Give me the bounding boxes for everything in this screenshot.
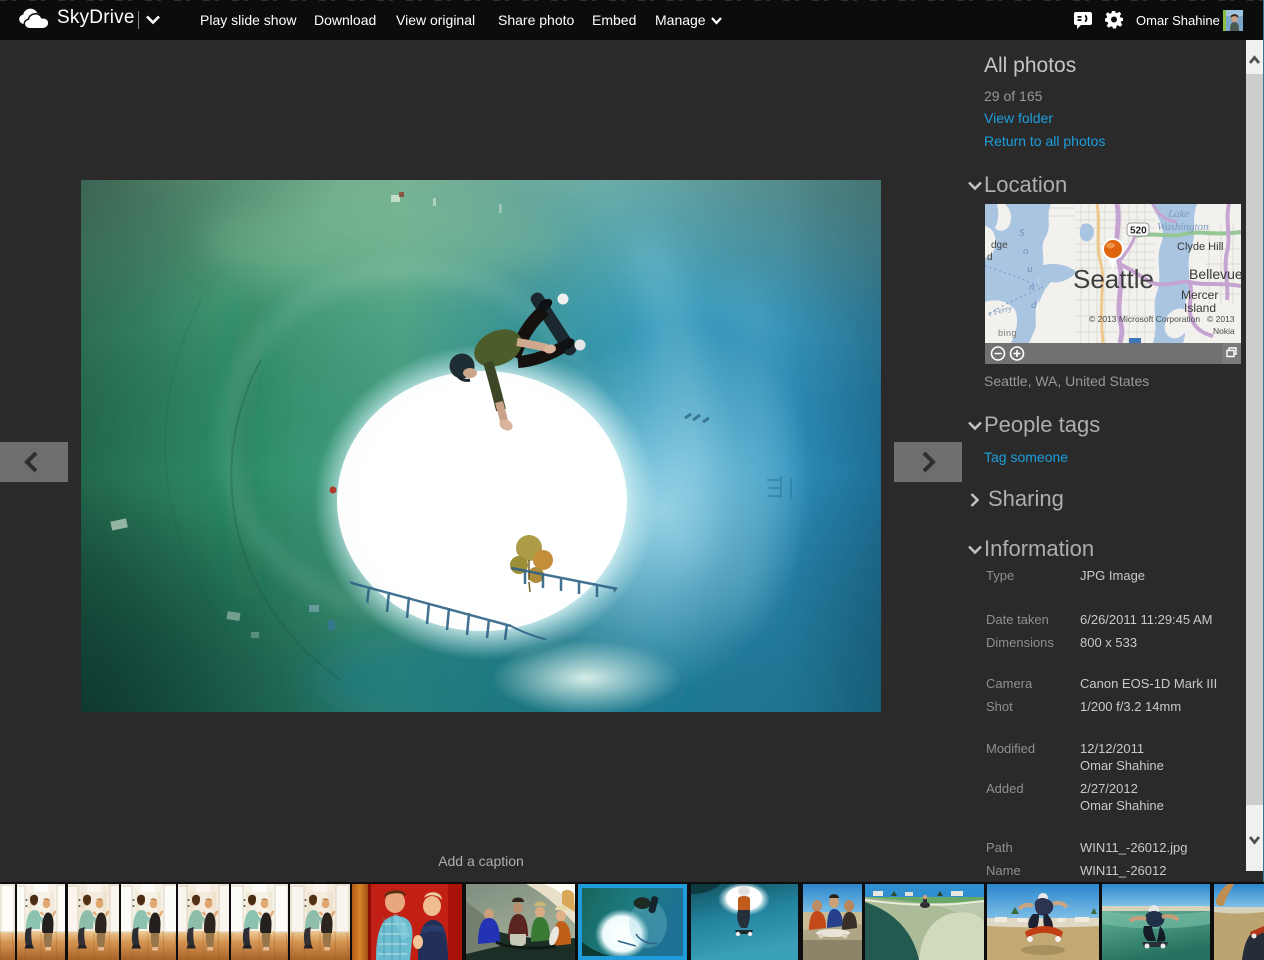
svg-text:Lake: Lake (1167, 208, 1190, 220)
svg-text:Nokia: Nokia (1213, 326, 1235, 336)
svg-text:u: u (1027, 263, 1033, 275)
svg-text:© 2013 Microsoft Corporation: © 2013 Microsoft Corporation (1089, 314, 1200, 324)
svg-text:Mercer: Mercer (1181, 288, 1218, 302)
svg-text:S: S (1019, 227, 1025, 239)
svg-text:Washington: Washington (1157, 221, 1209, 233)
svg-text:d: d (987, 252, 993, 263)
svg-text:Island: Island (1184, 301, 1216, 315)
svg-text:520: 520 (1130, 226, 1147, 237)
svg-text:dge: dge (991, 240, 1008, 251)
svg-text:n: n (1029, 281, 1035, 293)
svg-text:d: d (1031, 299, 1037, 311)
svg-text:Bellevue: Bellevue (1189, 266, 1241, 282)
svg-text:bing: bing (998, 328, 1017, 338)
svg-text:o: o (1023, 245, 1029, 257)
svg-text:© 2013: © 2013 (1207, 314, 1235, 324)
svg-text:Clyde Hill: Clyde Hill (1177, 241, 1223, 253)
